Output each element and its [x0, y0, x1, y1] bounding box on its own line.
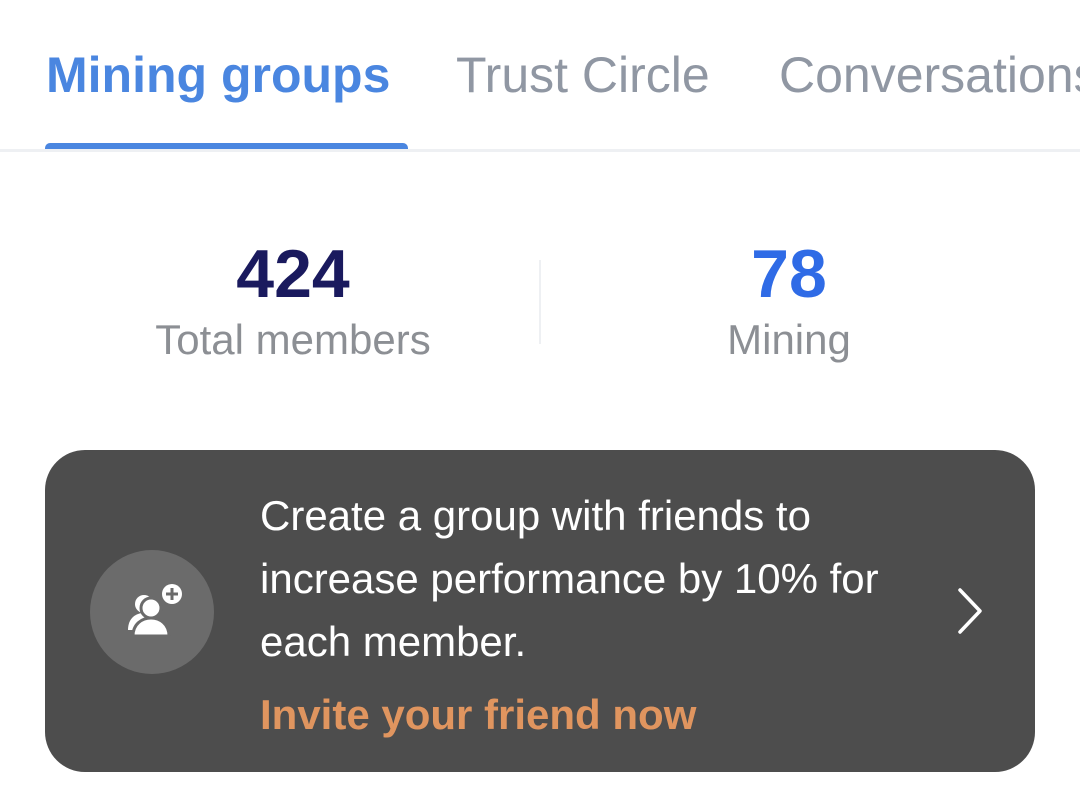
- tab-conversations[interactable]: Conversations: [779, 44, 1080, 106]
- invite-friends-card[interactable]: Create a group with friends to increase …: [45, 450, 1035, 772]
- chevron-right-icon[interactable]: [950, 586, 990, 636]
- tab-mining-groups[interactable]: Mining groups: [46, 44, 390, 106]
- mining-value: 78: [751, 236, 827, 312]
- invite-friend-link[interactable]: Invite your friend now: [260, 683, 696, 746]
- add-group-icon: [90, 550, 214, 674]
- active-tab-indicator: [45, 143, 408, 149]
- mining-stat: 78 Mining: [589, 234, 989, 366]
- mining-label: Mining: [727, 316, 851, 363]
- tab-trust-circle[interactable]: Trust Circle: [456, 44, 710, 106]
- tab-bar: Mining groups Trust Circle Conversations: [0, 0, 1080, 152]
- total-members-label: Total members: [155, 316, 431, 363]
- total-members-value: 424: [236, 236, 350, 312]
- total-members-stat: 424 Total members: [93, 234, 493, 366]
- stats-divider: [539, 260, 541, 344]
- stats-section: 424 Total members 78 Mining: [0, 152, 1080, 432]
- invite-message: Create a group with friends to increase …: [260, 492, 879, 665]
